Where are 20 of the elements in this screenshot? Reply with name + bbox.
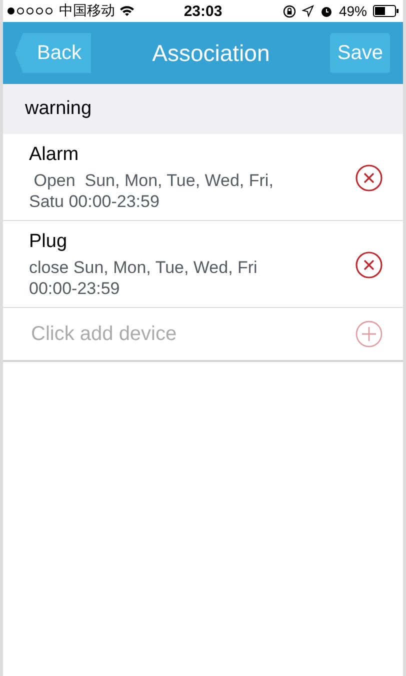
rotation-lock-icon: [282, 4, 296, 18]
delete-icon[interactable]: [355, 164, 383, 192]
location-arrow-icon: [302, 5, 314, 17]
battery-icon: [373, 5, 399, 17]
wifi-icon: [119, 5, 135, 17]
section-header: warning: [3, 84, 403, 134]
device-schedule: close Sun, Mon, Tue, Wed, Fri 00:00-23:59: [29, 257, 258, 299]
save-button[interactable]: Save: [330, 33, 390, 73]
delete-icon[interactable]: [355, 251, 383, 279]
add-device-field[interactable]: Click add device: [29, 322, 355, 346]
signal-icon: [7, 7, 55, 15]
device-name: Alarm: [29, 144, 80, 166]
battery-percent: 49%: [338, 3, 367, 19]
device-name: Plug: [29, 231, 68, 253]
screen-title: Association: [152, 40, 270, 66]
carrier-name: 中国移动: [59, 2, 115, 20]
alarm-clock-icon: [320, 4, 333, 18]
device-schedule: Open Sun, Mon, Tue, Wed, Fri, Satu 00:00-23:59: [29, 170, 274, 212]
clock: 23:03: [184, 2, 222, 20]
back-button[interactable]: Back: [15, 33, 92, 73]
